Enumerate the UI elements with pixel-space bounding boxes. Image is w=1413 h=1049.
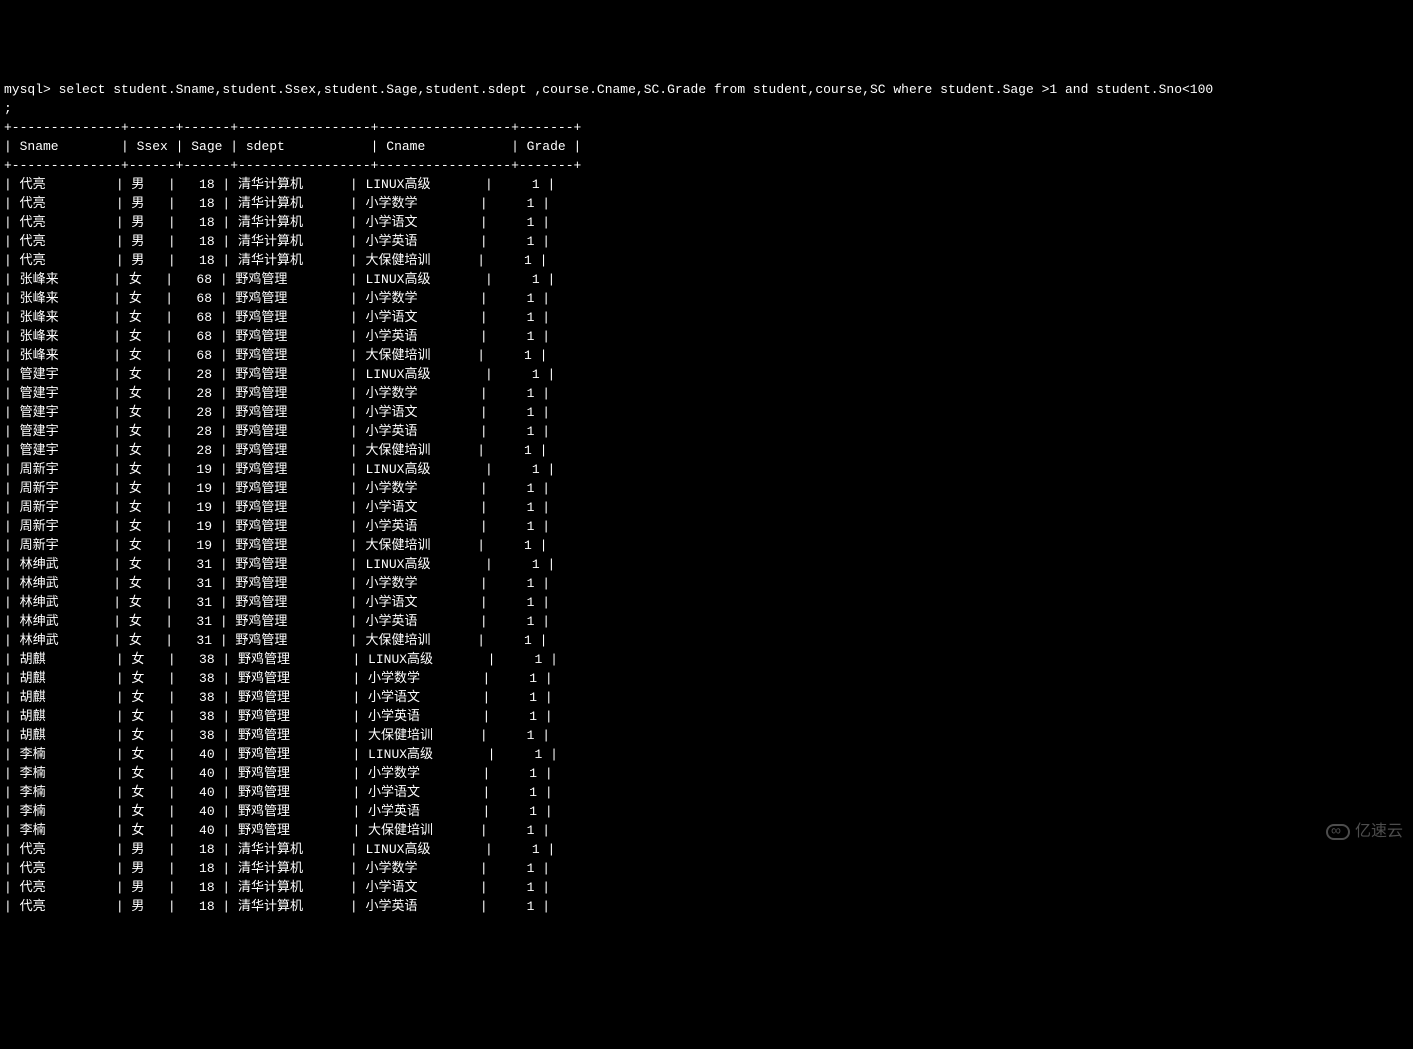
watermark-text: 亿速云 bbox=[1355, 822, 1403, 841]
watermark-icon bbox=[1326, 824, 1350, 840]
mysql-terminal[interactable]: mysql> select student.Sname,student.Ssex… bbox=[4, 80, 1409, 916]
watermark: 亿速云 bbox=[1326, 822, 1403, 841]
